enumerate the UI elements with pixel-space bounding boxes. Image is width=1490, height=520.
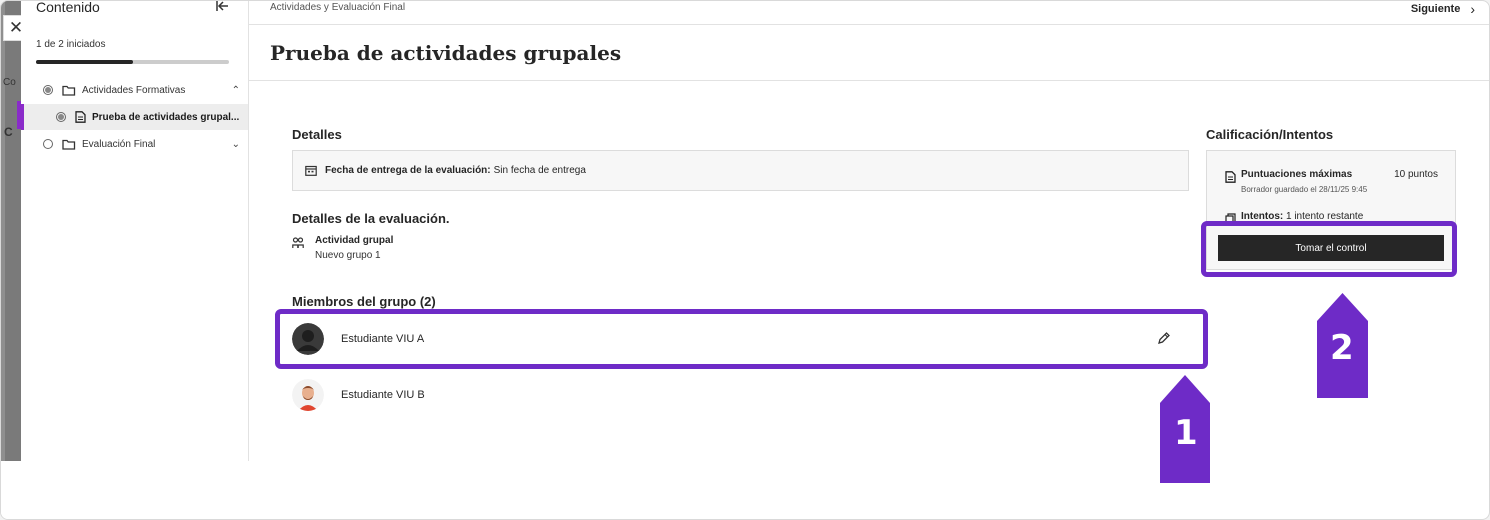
breadcrumb[interactable]: Actividades y Evaluación Final [270,2,405,13]
highlight-take-control [1201,221,1457,277]
progress-text: 1 de 2 iniciados [36,39,106,50]
max-score-value: 10 puntos [1394,169,1438,180]
status-radio [43,85,53,95]
background-panel: Co C [1,1,21,461]
avatar [292,379,324,411]
sidebar-title: Contenido [36,0,100,15]
grading-heading: Calificación/Intentos [1206,127,1334,142]
member-row[interactable]: Estudiante VIU B [292,375,1189,415]
details-heading: Detalles [292,127,342,142]
title-bar: Prueba de actividades grupales [249,25,1489,81]
tree-item-label: Actividades Formativas [82,84,186,96]
sidebar-bottom [1,461,249,519]
chevron-down-icon: ⌄ [231,138,240,150]
top-bar: Actividades y Evaluación Final Siguiente… [249,1,1489,25]
progress-bar [36,60,229,64]
app-window: Co C ✕ Contenido 1 de 2 iniciados Activi… [0,0,1490,520]
draft-saved-text: Borrador guardado el 28/11/25 9:45 [1241,185,1368,194]
folder-icon [62,139,76,150]
group-icon [292,237,304,248]
status-radio [56,112,66,122]
group-type: Actividad grupal [315,235,394,246]
members-heading: Miembros del grupo (2) [292,294,436,309]
callout-badge-1: 1 [1160,375,1210,483]
progress-bar-fill [36,60,133,64]
next-button[interactable]: Siguiente › [1411,1,1475,17]
next-label: Siguiente [1410,3,1461,15]
badge-number: 1 [1174,413,1198,453]
background-sheet [5,1,21,461]
due-date-box: Fecha de entrega de la evaluación: Sin f… [292,150,1189,191]
group-name: Nuevo grupo 1 [315,250,381,261]
background-letter: C [4,125,13,139]
collapse-left-icon [216,1,228,11]
callout-badge-2: 2 [1317,293,1368,398]
tree-item-prueba-actividades[interactable]: Prueba de actividades grupal... [21,104,248,130]
max-score-label: Puntuaciones máximas [1241,169,1353,180]
background-tab-label: Co [3,77,16,88]
evaluation-details-heading: Detalles de la evaluación. [292,211,450,226]
badge-number: 2 [1330,328,1354,368]
collapse-sidebar-button[interactable] [215,1,229,15]
tree-item-evaluacion-final[interactable]: Evaluación Final ⌄ [21,131,248,157]
document-icon [1225,171,1236,183]
document-icon [75,111,86,123]
calendar-icon [305,165,317,176]
status-radio [43,139,53,149]
tree-item-label: Evaluación Final [82,138,156,150]
page-title: Prueba de actividades grupales [270,41,622,65]
member-name: Estudiante VIU B [341,389,425,401]
folder-icon [62,85,76,96]
tree-item-actividades-formativas[interactable]: Actividades Formativas ⌃ [21,77,248,103]
tree-item-label: Prueba de actividades grupal... [92,111,240,123]
chevron-right-icon: › [1470,1,1475,17]
content-sidebar: Contenido 1 de 2 iniciados Actividades F… [21,1,249,461]
due-date-value: Sin fecha de entrega [493,165,586,176]
highlight-member-row [275,309,1208,369]
due-date-label: Fecha de entrega de la evaluación: [325,165,491,176]
chevron-up-icon: ⌃ [231,84,240,96]
